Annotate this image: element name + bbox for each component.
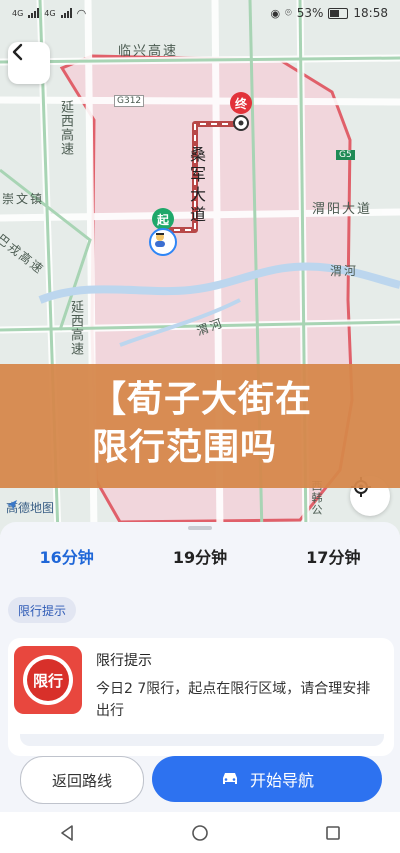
road-shield-g312: G312 (114, 95, 145, 107)
start-navigation-button[interactable]: 开始导航 (152, 756, 382, 802)
restriction-icon-text: 限行 (27, 659, 69, 701)
end-pin[interactable]: 终 (230, 92, 252, 114)
road-label-weiyang: 渭阳大道 (312, 202, 373, 217)
wifi-icon: ◠ (76, 6, 87, 20)
nav-recents-icon[interactable] (324, 824, 342, 842)
status-right: ◉ ⌾ 53% 18:58 (271, 6, 388, 20)
road-label-weihe-right: 渭河 (330, 264, 359, 278)
battery-percent: 53% (296, 6, 324, 20)
road-label-linxing: 临兴高速 (118, 44, 179, 59)
car-icon (222, 773, 237, 784)
road-label-yanxi-top: 延西高速 (58, 100, 73, 156)
sheet-handle[interactable] (188, 526, 212, 530)
navigation-arrow-icon (7, 500, 17, 510)
restriction-icon: 限行 (14, 646, 82, 714)
start-pin[interactable]: 起 (152, 208, 174, 230)
banner-line-2: 限行范围吗 (92, 427, 278, 468)
person-icon (155, 233, 165, 247)
route-tab-1[interactable]: 16分钟 (0, 542, 133, 572)
signal-icon (28, 8, 40, 18)
back-button[interactable] (8, 42, 50, 84)
route-tabs: 16分钟 19分钟 17分钟 (0, 542, 400, 572)
action-bar: 返回路线 开始导航 (0, 756, 400, 806)
route-tab-3[interactable]: 17分钟 (267, 542, 400, 572)
road-label-yanxi-bottom: 延西高速 (68, 300, 83, 356)
map-logo: 高德地图 (6, 499, 54, 516)
restriction-chip[interactable]: 限行提示 (8, 597, 77, 623)
restriction-icon-ring: 限行 (23, 655, 73, 705)
back-to-routes-button[interactable]: 返回路线 (20, 756, 144, 804)
user-location-avatar[interactable] (149, 228, 177, 256)
system-nav-bar (0, 812, 400, 853)
battery-icon (328, 7, 349, 19)
notice-card-footer (20, 734, 384, 746)
road-shield-g5: G5 (336, 150, 355, 160)
clock: 18:58 (353, 6, 388, 20)
nav-back-icon[interactable] (58, 824, 76, 842)
signal-icon-2 (60, 8, 72, 18)
chevron-left-icon (12, 43, 23, 61)
status-left: 4G 4G ◠ (12, 7, 86, 20)
network-label-1: 4G (12, 8, 24, 18)
title-banner: 【荀子大街在 限行范围吗 (0, 364, 400, 488)
road-label-sangjun: 桑军大道 (187, 146, 206, 226)
nav-home-icon[interactable] (191, 824, 209, 842)
start-navigation-label: 开始导航 (249, 771, 314, 790)
location-icon: ⌾ (285, 6, 292, 19)
notice-body: 今日2 7限行，起点在限行区域，请合理安排出行 (96, 681, 371, 719)
road-label-chongwen: 崇文镇 (2, 192, 45, 206)
status-bar: 4G 4G ◠ ◉ ⌾ 53% 18:58 (0, 0, 400, 26)
banner-line-1: 【荀子大街在 (90, 379, 313, 420)
network-label-2: 4G (44, 8, 56, 18)
route-tab-2[interactable]: 19分钟 (133, 542, 266, 572)
notice-title: 限行提示 (96, 653, 152, 669)
eye-icon: ◉ (270, 6, 281, 20)
